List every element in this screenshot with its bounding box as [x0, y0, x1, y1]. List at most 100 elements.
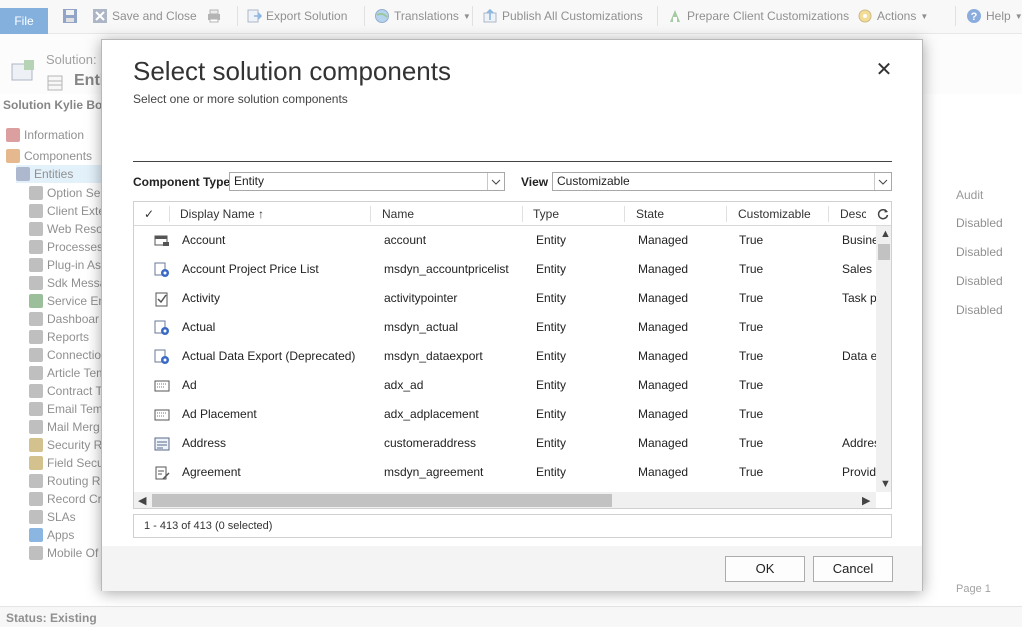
cell-customizable: True — [739, 349, 764, 363]
scroll-down-icon[interactable]: ▼ — [880, 478, 891, 490]
view-select[interactable]: Customizable — [552, 172, 892, 191]
cell-display-name: Ad — [182, 378, 197, 392]
table-row[interactable]: Actual Data Export (Deprecated) msdyn_dat… — [134, 342, 876, 371]
scroll-thumb[interactable] — [878, 244, 890, 260]
column-divider — [624, 206, 625, 222]
activity-icon — [154, 291, 170, 307]
select-components-dialog: Select solution components Select one or… — [101, 39, 923, 591]
component-type-value: Entity — [234, 174, 265, 188]
view-label: View — [521, 175, 549, 189]
cell-type: Entity — [536, 233, 567, 247]
column-customizable[interactable]: Customizable — [738, 202, 826, 226]
cell-customizable: True — [739, 407, 764, 421]
gear-entity-icon — [154, 262, 170, 278]
cell-state: Managed — [638, 320, 689, 334]
cell-type: Entity — [536, 291, 567, 305]
address-icon — [154, 436, 170, 452]
gear-entity-icon — [154, 320, 170, 336]
column-divider — [522, 206, 523, 222]
column-display-name[interactable]: Display Name ↑ — [180, 202, 370, 226]
form-icon — [154, 378, 170, 394]
table-row[interactable]: Actual msdyn_actual Entity Managed True — [134, 313, 876, 342]
cell-state: Managed — [638, 407, 689, 421]
cell-customizable: True — [739, 378, 764, 392]
refresh-icon[interactable] — [876, 207, 890, 221]
cell-customizable: True — [739, 320, 764, 334]
scroll-thumb[interactable] — [152, 494, 612, 507]
cell-name: customeraddress — [384, 436, 477, 450]
agreement-icon — [154, 465, 170, 481]
cell-display-name: Actual Data Export (Deprecated) — [182, 349, 356, 363]
cell-description — [842, 313, 876, 342]
cell-name: activitypointer — [384, 291, 458, 305]
chevron-down-icon — [487, 173, 504, 190]
cell-type: Entity — [536, 465, 567, 479]
cell-display-name: Account — [182, 233, 226, 247]
cell-name: msdyn_accountpricelist — [384, 262, 509, 276]
select-all-checkbox[interactable]: ✓ — [144, 202, 160, 226]
table-row[interactable]: Account Project Price List msdyn_accountp… — [134, 255, 876, 284]
column-type[interactable]: Type — [533, 202, 623, 226]
cell-name: msdyn_agreement — [384, 465, 484, 479]
cell-customizable: True — [739, 291, 764, 305]
view-value: Customizable — [557, 174, 630, 188]
form-icon — [154, 407, 170, 423]
cell-display-name: Activity — [182, 291, 221, 305]
components-grid: ✓ Display Name ↑ Name Type State Customi… — [133, 201, 892, 509]
cell-description: Provid — [842, 465, 876, 479]
cell-name: adx_ad — [384, 378, 424, 392]
cell-type: Entity — [536, 378, 567, 392]
cell-state: Managed — [638, 436, 689, 450]
column-name[interactable]: Name — [382, 202, 522, 226]
cell-name: account — [384, 233, 427, 247]
cell-customizable: True — [739, 233, 764, 247]
cell-state: Managed — [638, 465, 689, 479]
ok-button[interactable]: OK — [725, 556, 805, 582]
scroll-left-icon[interactable]: ◀ — [138, 494, 146, 507]
record-count: 1 - 413 of 413 (0 selected) — [144, 520, 273, 532]
scroll-right-icon[interactable]: ▶ — [862, 494, 870, 507]
table-row[interactable]: Ad Placement adx_adplacement Entity Managed… — [134, 400, 876, 429]
cell-customizable: True — [739, 465, 764, 479]
cell-type: Entity — [536, 407, 567, 421]
cell-type: Entity — [536, 320, 567, 334]
cell-display-name: Account Project Price List — [182, 262, 319, 276]
column-description[interactable]: Desc — [840, 202, 866, 226]
cell-state: Managed — [638, 233, 689, 247]
cell-name: msdyn_dataexport — [384, 349, 483, 363]
cell-type: Entity — [536, 436, 567, 450]
cell-name: msdyn_actual — [384, 320, 459, 334]
cell-name: adx_adplacement — [384, 407, 479, 421]
component-type-select[interactable]: Entity — [229, 172, 505, 191]
column-state[interactable]: State — [636, 202, 726, 226]
cell-customizable: True — [739, 262, 764, 276]
table-row[interactable]: Account account Entity Managed True Busine — [134, 226, 876, 255]
scroll-up-icon[interactable]: ▲ — [880, 228, 891, 240]
cell-state: Managed — [638, 349, 689, 363]
cell-display-name: Ad Placement — [182, 407, 257, 421]
cell-description — [842, 400, 876, 429]
table-row[interactable]: Agreement msdyn_agreement Entity Managed Tru… — [134, 458, 876, 487]
grid-footer: 1 - 413 of 413 (0 selected) — [133, 514, 892, 538]
cell-state: Managed — [638, 378, 689, 392]
dialog-subtitle: Select one or more solution components — [133, 92, 348, 106]
horizontal-scrollbar[interactable]: ◀ ▶ — [134, 492, 876, 508]
column-divider — [370, 206, 371, 222]
component-type-label: Component Type — [133, 175, 231, 189]
cell-description: Busine — [842, 233, 876, 247]
vertical-scrollbar[interactable]: ▲ ▼ — [876, 226, 891, 492]
cell-description: Addres — [842, 436, 876, 450]
cancel-button[interactable]: Cancel — [813, 556, 893, 582]
cell-state: Managed — [638, 262, 689, 276]
column-divider — [169, 206, 170, 222]
cell-type: Entity — [536, 349, 567, 363]
cell-description: Data e — [842, 349, 876, 363]
close-icon[interactable]: ✕ — [872, 58, 896, 82]
column-divider — [726, 206, 727, 222]
table-row[interactable]: Address customeraddress Entity Managed True A… — [134, 429, 876, 458]
cell-display-name: Address — [182, 436, 227, 450]
table-row[interactable]: Ad adx_ad Entity Managed True — [134, 371, 876, 400]
table-row[interactable]: Activity activitypointer Entity Managed True… — [134, 284, 876, 313]
divider — [133, 161, 892, 162]
dialog-title: Select solution components — [133, 56, 451, 86]
